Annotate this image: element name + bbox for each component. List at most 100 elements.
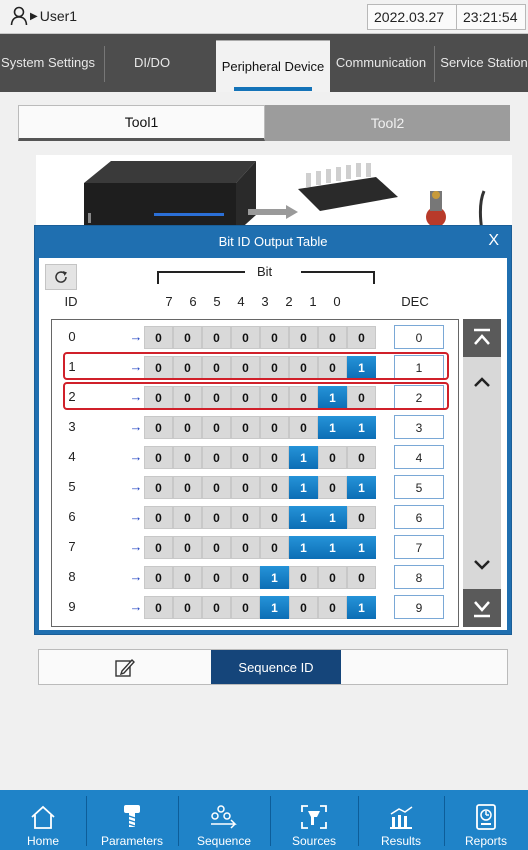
nav-sequence[interactable]: Sequence: [178, 790, 270, 850]
bit-cell[interactable]: 0: [144, 596, 173, 619]
arrow-icon: →: [129, 449, 143, 464]
bit-cell[interactable]: 1: [347, 596, 376, 619]
bit-cell[interactable]: 0: [144, 536, 173, 559]
scroll-up-button[interactable]: [463, 363, 501, 401]
bit-cell[interactable]: 0: [231, 476, 260, 499]
bit-cell[interactable]: 0: [202, 596, 231, 619]
bit-cell[interactable]: 0: [231, 446, 260, 469]
bit-cell[interactable]: 0: [202, 326, 231, 349]
bit-cell[interactable]: 0: [173, 446, 202, 469]
bit-cell[interactable]: 0: [260, 326, 289, 349]
scroll-top-button[interactable]: [463, 319, 501, 357]
scrollbar[interactable]: [463, 319, 501, 627]
bit-cell[interactable]: 1: [260, 596, 289, 619]
bit-cell[interactable]: 1: [289, 506, 318, 529]
highlight-box: [63, 382, 449, 410]
bit-cell[interactable]: 0: [173, 536, 202, 559]
bit-cell[interactable]: 0: [318, 566, 347, 589]
bit-cell[interactable]: 1: [289, 476, 318, 499]
sequence-icon: [211, 805, 237, 829]
bit-cell[interactable]: 1: [289, 536, 318, 559]
scroll-down-button[interactable]: [463, 545, 501, 583]
user-indicator[interactable]: ▶ User1: [10, 6, 77, 26]
bit-cell[interactable]: 0: [347, 506, 376, 529]
bit-cell[interactable]: 0: [144, 476, 173, 499]
bit-cell[interactable]: 0: [318, 446, 347, 469]
bit-cell[interactable]: 0: [347, 326, 376, 349]
nav-parameters[interactable]: Parameters: [86, 790, 178, 850]
bit-cell[interactable]: 0: [260, 506, 289, 529]
nav-reports[interactable]: Reports: [444, 790, 528, 850]
bit-cell[interactable]: 0: [260, 536, 289, 559]
bit-cell[interactable]: 0: [231, 536, 260, 559]
bit-cell[interactable]: 0: [260, 476, 289, 499]
bit-cell[interactable]: 0: [173, 416, 202, 439]
bit-cell[interactable]: 0: [260, 446, 289, 469]
scroll-bottom-button[interactable]: [463, 589, 501, 627]
bit-cell[interactable]: 0: [173, 506, 202, 529]
tab-system-settings[interactable]: System Settings: [0, 34, 96, 92]
close-button[interactable]: X: [488, 232, 499, 250]
nav-results[interactable]: Results: [358, 790, 444, 850]
tab-tool2[interactable]: Tool2: [265, 105, 510, 141]
bit-cell[interactable]: 0: [347, 566, 376, 589]
bit-cell[interactable]: 0: [144, 566, 173, 589]
refresh-button[interactable]: [45, 264, 77, 290]
bit-cell[interactable]: 0: [173, 476, 202, 499]
bit-cell[interactable]: 0: [173, 326, 202, 349]
tab-peripheral-device[interactable]: Peripheral Device: [216, 40, 330, 92]
table-row: 9 → 0 0 0 0 1 0 0 1 9: [52, 592, 458, 622]
bit-cell[interactable]: 0: [231, 566, 260, 589]
bit-cell[interactable]: 0: [231, 596, 260, 619]
tab-tool1[interactable]: Tool1: [18, 105, 265, 141]
tab-service-station[interactable]: Service Station: [440, 34, 528, 92]
dec-value: 8: [394, 565, 444, 589]
bit-cell[interactable]: 0: [202, 446, 231, 469]
bit-cell[interactable]: 0: [231, 506, 260, 529]
bit-cell[interactable]: 0: [289, 326, 318, 349]
bit-cell[interactable]: 1: [318, 506, 347, 529]
bit-cell[interactable]: 1: [347, 416, 376, 439]
bit-cell[interactable]: 0: [289, 416, 318, 439]
bit-cell[interactable]: 0: [260, 416, 289, 439]
bit-cell[interactable]: 0: [144, 506, 173, 529]
bit-cell[interactable]: 0: [144, 446, 173, 469]
bit-cell[interactable]: 1: [260, 566, 289, 589]
nav-label: Home: [26, 834, 59, 848]
tab-di-do[interactable]: DI/DO: [104, 34, 200, 92]
bit-cell[interactable]: 0: [173, 596, 202, 619]
bit-cell[interactable]: 0: [202, 476, 231, 499]
dec-value: 3: [394, 415, 444, 439]
bit-cell[interactable]: 0: [318, 326, 347, 349]
sequence-id-button[interactable]: Sequence ID: [211, 650, 341, 684]
bit-cell[interactable]: 0: [231, 326, 260, 349]
bit-cell[interactable]: 0: [231, 416, 260, 439]
dec-value: 6: [394, 505, 444, 529]
bit-cell[interactable]: 1: [318, 536, 347, 559]
bit-cell[interactable]: 0: [318, 596, 347, 619]
tab-communication[interactable]: Communication: [331, 34, 431, 92]
bit-cell[interactable]: 1: [347, 536, 376, 559]
bit-cell[interactable]: 1: [289, 446, 318, 469]
bit-cell[interactable]: 0: [173, 566, 202, 589]
bit-cell[interactable]: 0: [202, 506, 231, 529]
bit-header: 3: [261, 294, 269, 309]
bit-cell[interactable]: 0: [144, 326, 173, 349]
results-icon: [390, 806, 413, 829]
bit-cell[interactable]: 1: [318, 416, 347, 439]
edit-button[interactable]: [39, 650, 211, 684]
bit-cell[interactable]: 0: [289, 566, 318, 589]
bit-cell[interactable]: 1: [347, 476, 376, 499]
bit-cell[interactable]: 0: [144, 416, 173, 439]
arrow-icon: →: [129, 569, 143, 584]
bit-cell[interactable]: 0: [202, 536, 231, 559]
bit-cell[interactable]: 0: [202, 566, 231, 589]
sequence-id-spacer: [341, 650, 507, 684]
row-id: 7: [68, 539, 76, 554]
bit-cell[interactable]: 0: [318, 476, 347, 499]
bit-cell[interactable]: 0: [347, 446, 376, 469]
nav-sources[interactable]: Sources: [270, 790, 358, 850]
bit-cell[interactable]: 0: [202, 416, 231, 439]
nav-home[interactable]: Home: [0, 790, 86, 850]
bit-cell[interactable]: 0: [289, 596, 318, 619]
